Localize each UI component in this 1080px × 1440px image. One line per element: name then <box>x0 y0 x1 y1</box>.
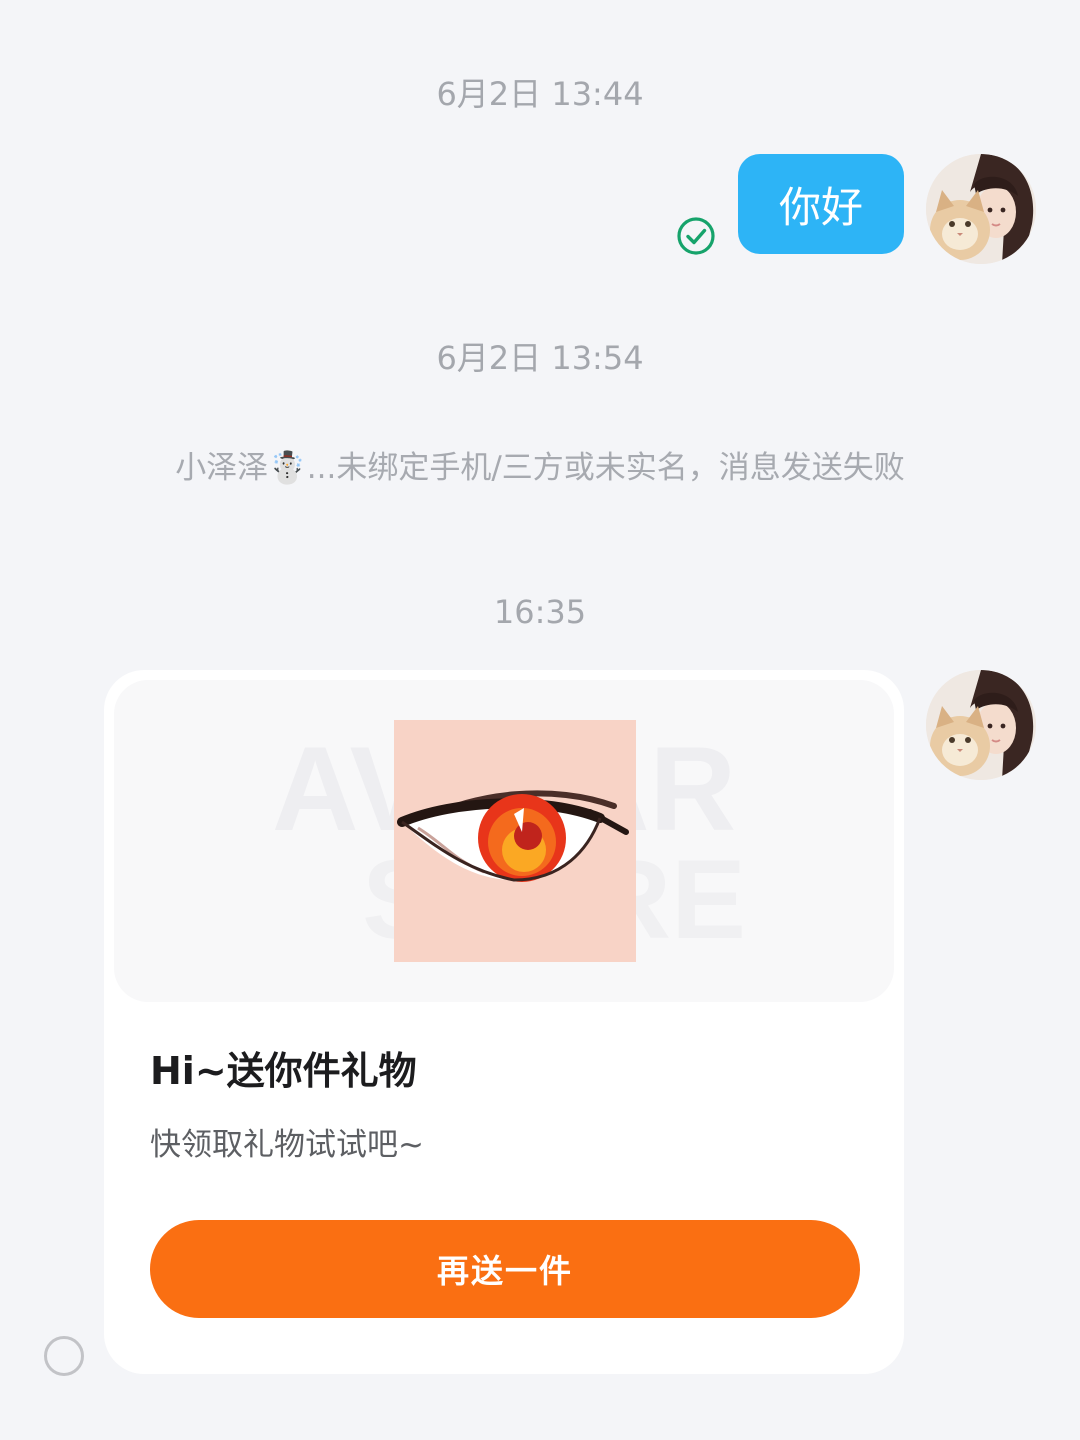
message-timestamp: 6月2日 13:54 <box>436 339 644 377</box>
gift-image <box>394 720 636 962</box>
notice-username: 小泽泽 <box>175 450 269 486</box>
notice-text: ...未绑定手机/三方或未实名，消息发送失败 <box>306 450 905 486</box>
gift-card[interactable]: AVATAR STORE Hi~送你件礼物 快领取礼物试试吧~ 再送一件 <box>104 670 904 1374</box>
gift-title: Hi~送你件礼物 <box>150 1049 417 1093</box>
system-notice: 小泽泽☃️...未绑定手机/三方或未实名，消息发送失败 <box>0 448 1080 488</box>
select-radio[interactable] <box>44 1336 84 1376</box>
gift-subtitle: 快领取礼物试试吧~ <box>150 1127 424 1163</box>
resend-gift-button[interactable]: 再送一件 <box>150 1220 860 1318</box>
gift-image-area: AVATAR STORE <box>114 680 894 1002</box>
check-circle-icon <box>676 216 716 256</box>
message-bubble-outgoing[interactable]: 你好 <box>738 154 904 254</box>
snowman-emoji: ☃️ <box>268 450 307 486</box>
avatar[interactable] <box>926 154 1036 264</box>
message-timestamp: 6月2日 13:44 <box>436 75 644 113</box>
message-timestamp: 16:35 <box>493 593 587 631</box>
avatar[interactable] <box>926 670 1036 780</box>
